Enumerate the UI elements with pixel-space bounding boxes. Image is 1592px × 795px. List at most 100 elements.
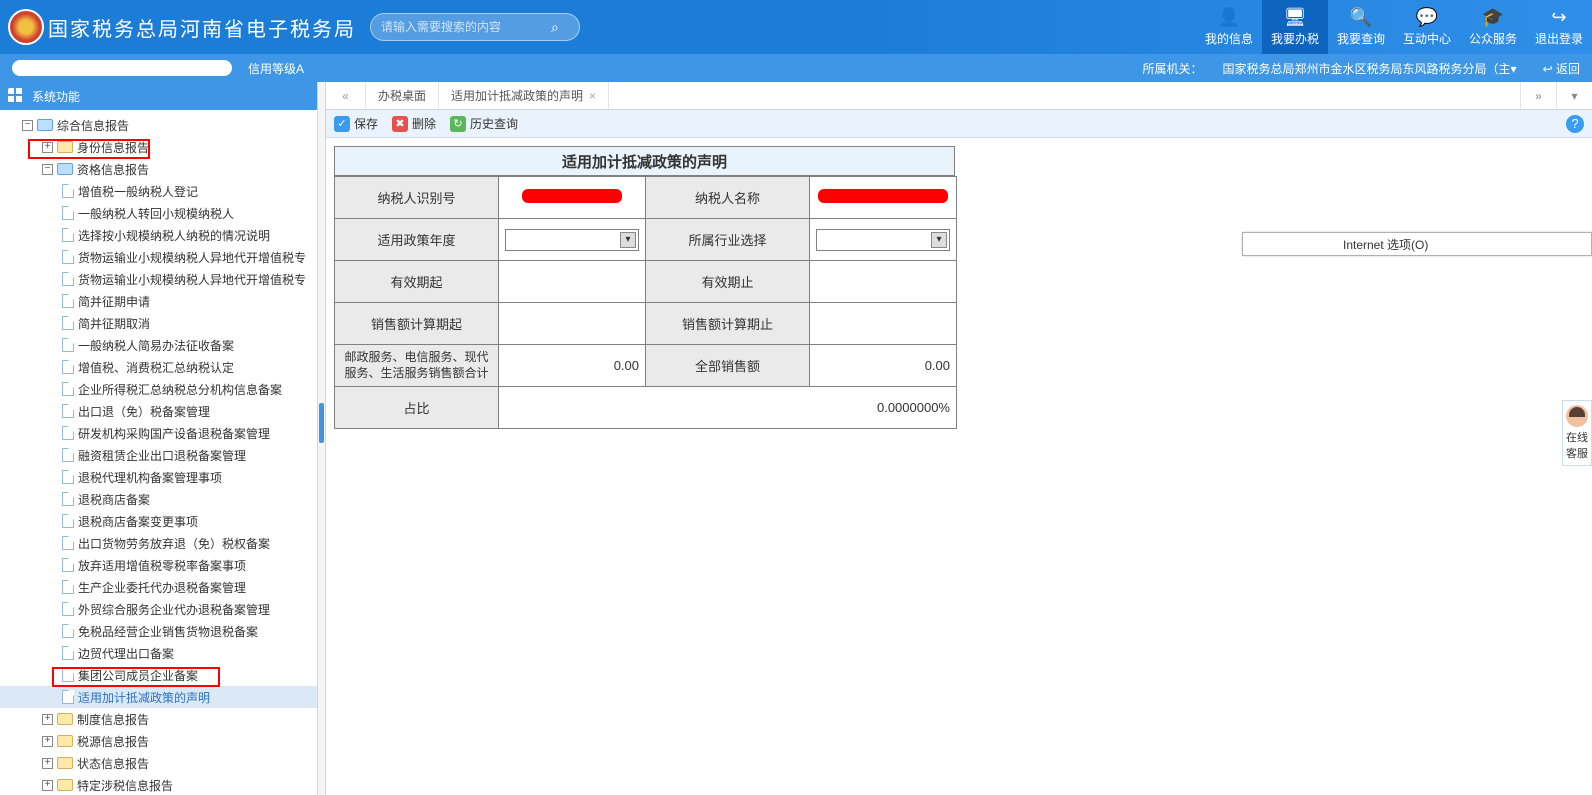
internet-options-popup[interactable]: Internet 选项(O) <box>1242 232 1592 256</box>
sidebar: 系统功能 −综合信息报告 +身份信息报告 −资格信息报告 增值税一般纳税人登记一… <box>0 82 318 795</box>
nav-interact[interactable]: 💬互动中心 <box>1394 0 1460 54</box>
folder-icon <box>57 779 73 791</box>
valid-from-value[interactable] <box>499 261 646 303</box>
doc-icon <box>62 316 74 330</box>
folder-icon <box>57 163 73 175</box>
nav-query[interactable]: 🔍我要查询 <box>1328 0 1394 54</box>
tree-node[interactable]: +税源信息报告 <box>0 730 317 752</box>
nav-public[interactable]: 🎓公众服务 <box>1460 0 1526 54</box>
tree-leaf[interactable]: 外贸综合服务企业代办退税备案管理 <box>0 598 317 620</box>
chat-icon: 💬 <box>1416 7 1438 28</box>
scholar-icon: 🎓 <box>1482 7 1504 28</box>
tree-leaf[interactable]: 企业所得税汇总纳税总分机构信息备案 <box>0 378 317 400</box>
nav-do-tax[interactable]: 🖥我要办税 <box>1262 0 1328 54</box>
tree-leaf[interactable]: 出口退（免）税备案管理 <box>0 400 317 422</box>
tree-leaf[interactable]: 简并征期申请 <box>0 290 317 312</box>
tree-leaf[interactable]: 边贸代理出口备案 <box>0 642 317 664</box>
tree-node[interactable]: +状态信息报告 <box>0 752 317 774</box>
tree-leaf[interactable]: 生产企业委托代办退税备案管理 <box>0 576 317 598</box>
total-sales-value[interactable]: 0.00 <box>810 345 957 387</box>
expand-icon[interactable]: + <box>42 780 53 791</box>
tree-leaf[interactable]: 出口货物劳务放弃退（免）税权备案 <box>0 532 317 554</box>
policy-year-label: 适用政策年度 <box>335 219 499 261</box>
collapse-icon[interactable]: − <box>22 120 33 131</box>
history-icon: ↻ <box>450 116 466 132</box>
postal-label: 邮政服务、电信服务、现代服务、生活服务销售额合计 <box>335 345 499 387</box>
save-button[interactable]: ✓保存 <box>334 115 378 132</box>
tree-leaf[interactable]: 适用加计抵减政策的声明 <box>0 686 317 708</box>
expand-icon[interactable]: + <box>42 758 53 769</box>
industry-select[interactable] <box>810 219 957 261</box>
user-label-redacted <box>12 60 232 76</box>
tree-leaf[interactable]: 选择按小规模纳税人纳税的情况说明 <box>0 224 317 246</box>
sales-to-label: 销售额计算期止 <box>646 303 810 345</box>
function-tree[interactable]: −综合信息报告 +身份信息报告 −资格信息报告 增值税一般纳税人登记一般纳税人转… <box>0 110 317 795</box>
tab-prev[interactable]: « <box>326 82 366 109</box>
tab-declaration[interactable]: 适用加计抵减政策的声明× <box>439 82 609 109</box>
valid-to-value[interactable] <box>810 261 957 303</box>
tab-bar: « 办税桌面 适用加计抵减政策的声明× » ▾ <box>326 82 1592 110</box>
doc-icon <box>62 558 74 572</box>
search-icon[interactable]: ⌕ <box>551 19 559 36</box>
help-button[interactable]: ? <box>1566 115 1584 133</box>
close-icon[interactable]: × <box>589 89 596 103</box>
search-input[interactable] <box>381 20 551 34</box>
tree-leaf[interactable]: 一般纳税人简易办法征收备案 <box>0 334 317 356</box>
doc-icon <box>62 404 74 418</box>
tree-leaf[interactable]: 研发机构采购国产设备退税备案管理 <box>0 422 317 444</box>
tab-more[interactable]: » <box>1520 82 1556 109</box>
tree-node[interactable]: +特定涉税信息报告 <box>0 774 317 795</box>
folder-icon <box>57 757 73 769</box>
tab-menu[interactable]: ▾ <box>1556 82 1592 109</box>
tree-node-identity[interactable]: +身份信息报告 <box>0 136 317 158</box>
back-link[interactable]: ↩ 返回 <box>1537 60 1580 77</box>
taxpayer-name-value <box>810 177 957 219</box>
expand-icon[interactable]: + <box>42 736 53 747</box>
nav-my-info[interactable]: 👤我的信息 <box>1196 0 1262 54</box>
doc-icon <box>62 448 74 462</box>
delete-button[interactable]: ✖删除 <box>392 115 436 132</box>
online-service-button[interactable]: 在线客服 <box>1562 400 1592 466</box>
postal-value[interactable]: 0.00 <box>499 345 646 387</box>
tree-leaf[interactable]: 货物运输业小规模纳税人异地代开增值税专 <box>0 246 317 268</box>
tree-leaf[interactable]: 集团公司成员企业备案 <box>0 664 317 686</box>
policy-year-select[interactable] <box>499 219 646 261</box>
ratio-label: 占比 <box>335 387 499 429</box>
expand-icon[interactable]: + <box>42 714 53 725</box>
tree-leaf[interactable]: 融资租赁企业出口退税备案管理 <box>0 444 317 466</box>
tree-leaf[interactable]: 退税代理机构备案管理事项 <box>0 466 317 488</box>
org-dropdown[interactable]: 国家税务总局郑州市金水区税务局东风路税务分局（主▾ <box>1223 60 1517 77</box>
tab-desktop[interactable]: 办税桌面 <box>366 82 439 109</box>
search-box[interactable]: ⌕ <box>370 13 580 41</box>
folder-icon <box>57 713 73 725</box>
tree-leaf[interactable]: 免税品经营企业销售货物退税备案 <box>0 620 317 642</box>
tree-node-qualification[interactable]: −资格信息报告 <box>0 158 317 180</box>
expand-icon[interactable]: + <box>42 142 53 153</box>
doc-search-icon: 🔍 <box>1350 7 1372 28</box>
nav-logout[interactable]: ↪退出登录 <box>1526 0 1592 54</box>
tree-leaf[interactable]: 货物运输业小规模纳税人异地代开增值税专 <box>0 268 317 290</box>
tree-leaf[interactable]: 退税商店备案 <box>0 488 317 510</box>
dropdown[interactable] <box>505 229 639 251</box>
logout-icon: ↪ <box>1551 7 1566 28</box>
tree-leaf[interactable]: 增值税、消费税汇总纳税认定 <box>0 356 317 378</box>
user-icon: 👤 <box>1218 7 1240 28</box>
tree-node[interactable]: +制度信息报告 <box>0 708 317 730</box>
sales-to-value[interactable] <box>810 303 957 345</box>
doc-icon <box>62 338 74 352</box>
industry-label: 所属行业选择 <box>646 219 810 261</box>
history-button[interactable]: ↻历史查询 <box>450 115 518 132</box>
tree-leaf[interactable]: 一般纳税人转回小规模纳税人 <box>0 202 317 224</box>
folder-icon <box>57 141 73 153</box>
splitter[interactable] <box>318 82 326 795</box>
tree-leaf[interactable]: 增值税一般纳税人登记 <box>0 180 317 202</box>
tree-leaf[interactable]: 退税商店备案变更事项 <box>0 510 317 532</box>
dropdown[interactable] <box>816 229 950 251</box>
tree-node-root[interactable]: −综合信息报告 <box>0 114 317 136</box>
collapse-icon[interactable]: − <box>42 164 53 175</box>
sales-from-value[interactable] <box>499 303 646 345</box>
back-icon: ↩ <box>1543 62 1553 76</box>
splitter-handle[interactable] <box>319 403 324 443</box>
tree-leaf[interactable]: 放弃适用增值税零税率备案事项 <box>0 554 317 576</box>
tree-leaf[interactable]: 简并征期取消 <box>0 312 317 334</box>
